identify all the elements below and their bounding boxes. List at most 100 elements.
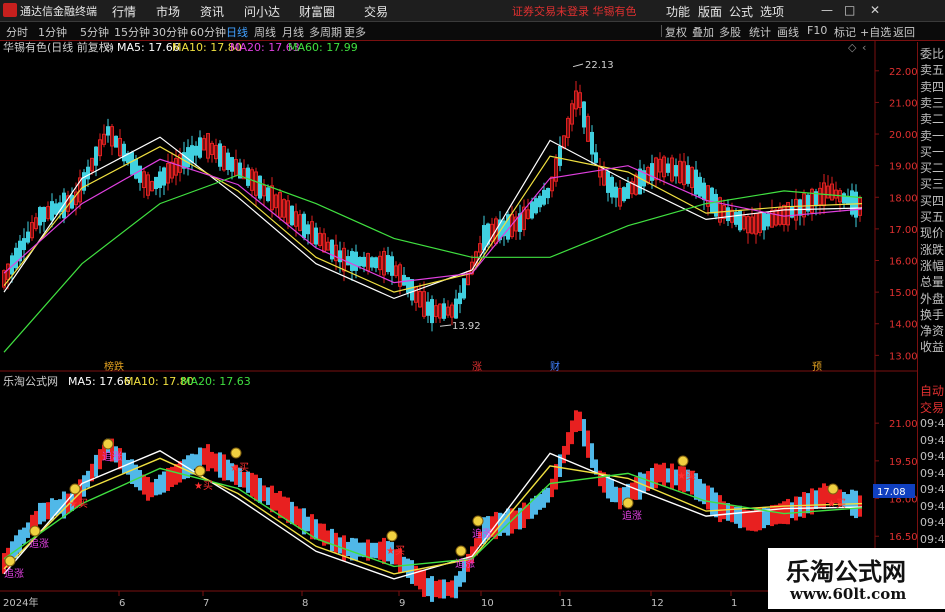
candle-body [362, 256, 366, 267]
trade-time: 09:45 [920, 499, 945, 513]
menu-hangqing[interactable]: 行情 [112, 3, 136, 20]
x-axis-label: 2024年 [3, 596, 38, 609]
candle-body [454, 298, 458, 319]
candle-body [402, 274, 406, 286]
signal-bar [26, 522, 30, 538]
overlay-button[interactable]: 叠加 [692, 24, 714, 40]
candle-body [538, 195, 542, 208]
menu-gongshi[interactable]: 公式 [729, 3, 753, 20]
signal-bar [798, 496, 802, 517]
candle-body [158, 171, 162, 189]
maximize-icon[interactable]: □ [844, 3, 855, 17]
auto-trade-label[interactable]: 自动 [920, 383, 944, 399]
event-label[interactable]: 涨 [472, 361, 482, 373]
multi-stock-button[interactable]: 多股 [719, 24, 741, 40]
login-status[interactable]: 证券交易未登录 华锡有色 [512, 3, 637, 19]
signal-bar [266, 487, 270, 505]
quote-field-label: 收益 [920, 340, 945, 355]
signal-coin-icon [102, 438, 114, 450]
trade-time: 09:44 [920, 433, 945, 447]
y-tick-label: 17.00 [889, 225, 918, 236]
signal-bar [454, 575, 458, 599]
candle-body [230, 157, 234, 172]
signal-bar [654, 463, 658, 489]
diamond-icon[interactable]: ◇ [848, 41, 857, 54]
y-tick-label: 15.00 [889, 288, 918, 299]
app-logo-icon [3, 3, 17, 17]
candle-body [130, 152, 134, 175]
period-fenshi[interactable]: 分时 [6, 24, 28, 40]
trade-time: 09:45 [920, 532, 945, 546]
draw-button[interactable]: 画线 [777, 24, 799, 40]
signal-bar [174, 464, 178, 485]
menu-xuanxiang[interactable]: 选项 [760, 3, 784, 20]
signal-bar [718, 495, 722, 523]
candle-body [134, 158, 138, 179]
period-multi[interactable]: 多周期 [309, 24, 342, 40]
period-5min[interactable]: 5分钟 [80, 24, 109, 40]
y-tick-label: 21.00 [889, 98, 918, 109]
menu-shichang[interactable]: 市场 [156, 3, 180, 20]
period-daily[interactable]: 日线 [226, 24, 248, 40]
high-leader [572, 63, 584, 68]
candle-body [558, 145, 562, 166]
kline-chart-svg[interactable]: 22.00 21.00 20.00 19.00 18.00 17.00 16.00 15.00… [0, 40, 945, 609]
signal-bar [350, 537, 354, 561]
close-icon[interactable]: ✕ [870, 3, 880, 17]
period-1min[interactable]: 1分钟 [38, 24, 67, 40]
menu-banmian[interactable]: 版面 [698, 3, 722, 20]
x-axis-label: 9 [399, 598, 405, 609]
mark-button[interactable]: 标记 [834, 24, 856, 40]
menu-jiaoyi[interactable]: 交易 [364, 3, 388, 20]
stats-button[interactable]: 统计 [749, 24, 771, 40]
candle-body [154, 176, 158, 190]
y-tick-label: 22.00 [889, 67, 918, 78]
signal-bar [850, 489, 854, 516]
lower-chart-title: 乐淘公式网 [3, 375, 58, 388]
candle-body [694, 169, 698, 195]
signal-bar [430, 576, 434, 602]
candle-body [534, 198, 538, 214]
period-60min[interactable]: 60分钟 [190, 24, 226, 40]
signal-bar [790, 502, 794, 519]
candle-body [842, 193, 846, 204]
chart-area[interactable]: 22.00 21.00 20.00 19.00 18.00 17.00 16.00 15.00… [0, 40, 945, 609]
signal-bar [158, 474, 162, 495]
period-weekly[interactable]: 周线 [254, 24, 276, 40]
menu-zixun[interactable]: 资讯 [200, 3, 224, 20]
add-watchlist-button[interactable]: +自选 [860, 24, 891, 40]
menu-caifuquan[interactable]: 财富圈 [299, 3, 335, 20]
quote-field-label: 外盘 [920, 291, 945, 306]
signal-bar [450, 580, 454, 598]
candle-body [94, 146, 98, 166]
candle-body [186, 147, 190, 168]
minimize-icon[interactable]: — [821, 3, 833, 17]
quote-field-label: 卖四 [920, 79, 945, 94]
candle-body [442, 303, 446, 319]
signal-bar [222, 454, 226, 481]
event-label[interactable]: 榜跌 [104, 360, 124, 373]
period-monthly[interactable]: 月线 [282, 24, 304, 40]
back-button[interactable]: 返回 [893, 24, 915, 40]
candle-body [462, 278, 466, 299]
candle-body [710, 187, 714, 214]
period-15min[interactable]: 15分钟 [114, 24, 150, 40]
signal-bar [46, 502, 50, 520]
event-label[interactable]: 预 [812, 361, 822, 373]
signal-bar [242, 471, 246, 488]
x-axis-label: 11 [560, 598, 573, 609]
auto-trade-label[interactable]: 交易 [920, 400, 944, 416]
event-label[interactable]: 财 [550, 360, 560, 373]
period-more[interactable]: 更多 [344, 24, 366, 40]
fuquan-button[interactable]: 复权 [665, 24, 687, 40]
f10-button[interactable]: F10 [807, 24, 827, 37]
collapse-icon[interactable]: ‹ [862, 41, 866, 54]
menu-gongneng[interactable]: 功能 [666, 3, 690, 20]
candle-body [54, 203, 58, 215]
main-chart-settings-icon[interactable]: ⚙ [104, 43, 113, 54]
candle-body [42, 206, 46, 222]
menu-wenxiaoda[interactable]: 问小达 [244, 3, 280, 20]
period-30min[interactable]: 30分钟 [152, 24, 188, 40]
lower-y-tick-label: 21.00 [889, 419, 918, 430]
candle-body [14, 247, 18, 269]
